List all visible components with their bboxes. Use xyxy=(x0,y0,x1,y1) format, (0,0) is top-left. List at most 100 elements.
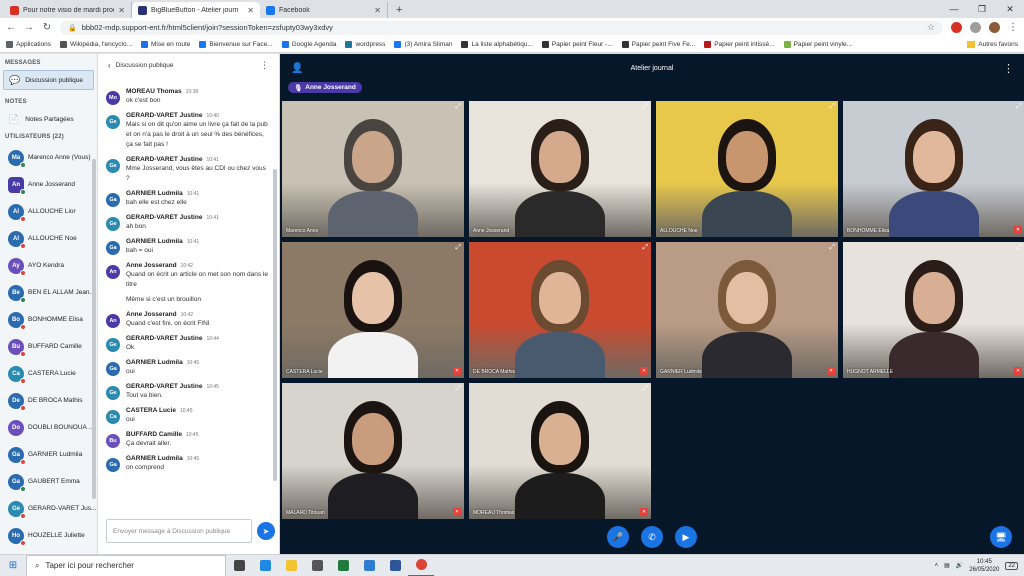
fullscreen-icon[interactable]: ⤢ xyxy=(642,385,648,393)
fullscreen-icon[interactable]: ⤢ xyxy=(1016,244,1022,252)
bookmark-item[interactable]: Papier peint intissé... xyxy=(704,41,775,48)
maximize-icon[interactable]: ❐ xyxy=(968,0,996,18)
reload-icon[interactable]: ↻ xyxy=(42,22,52,33)
word-taskbar-button[interactable] xyxy=(382,555,408,576)
bookmark-item[interactable]: (3) Amira Sliman xyxy=(394,41,452,48)
edge-taskbar-button[interactable] xyxy=(252,555,278,576)
user-list-item[interactable]: Al ALLOUCHE Lior xyxy=(0,198,97,225)
avatar: Ay xyxy=(8,257,26,276)
fullscreen-icon[interactable]: ⤢ xyxy=(642,103,648,111)
chevron-up-icon[interactable]: ˄ xyxy=(935,563,939,569)
store-taskbar-button[interactable] xyxy=(304,555,330,576)
user-list-item[interactable]: Do DOUBLI BOUNOUA ... xyxy=(0,414,97,441)
user-list-item[interactable]: Be BEN EL ALLAM Jean... xyxy=(0,279,97,306)
fullscreen-icon[interactable]: ⤢ xyxy=(455,244,461,252)
avatar: An xyxy=(106,314,120,328)
fullscreen-icon[interactable]: ⤢ xyxy=(829,244,835,252)
video-tile[interactable]: Anne Josserand ⤢ xyxy=(469,101,651,237)
options-menu-icon[interactable]: ⋮ xyxy=(1003,62,1014,75)
minimize-icon[interactable]: — xyxy=(940,0,968,18)
extension-icon[interactable] xyxy=(970,22,981,33)
profile-avatar[interactable] xyxy=(989,22,1000,33)
video-tile[interactable]: Marenco Anne ⤢ xyxy=(282,101,464,237)
browser-tab[interactable]: Facebook ✕ xyxy=(260,2,388,18)
explorer-taskbar-button[interactable] xyxy=(278,555,304,576)
chat-options-icon[interactable]: ⋮ xyxy=(260,60,269,71)
microphone-button[interactable]: 🎤 xyxy=(607,526,629,548)
browser-tab[interactable]: Pour notre visio de mardi procha ✕ xyxy=(4,2,132,18)
browser-menu-icon[interactable]: ⋮ xyxy=(1008,22,1018,33)
user-list-item[interactable]: Bo BONHOMME Elisa xyxy=(0,306,97,333)
user-list-item[interactable]: Ma Marenco Anne (Vous) xyxy=(0,144,97,171)
fullscreen-icon[interactable]: ⤢ xyxy=(455,385,461,393)
user-list-item[interactable]: Ga GAUBERT Emma xyxy=(0,468,97,495)
user-list-item[interactable]: Ho HOUZELLE Juliette xyxy=(0,522,97,549)
send-message-button[interactable]: ➤ xyxy=(257,522,275,540)
chrome-taskbar-button[interactable] xyxy=(408,555,434,576)
users-scrollbar[interactable] xyxy=(92,159,96,499)
bookmark-item[interactable]: Papier peint Fleur -... xyxy=(541,41,613,48)
tab-close-icon[interactable]: ✕ xyxy=(118,6,125,15)
new-tab-button[interactable]: + xyxy=(388,2,410,18)
user-list-item[interactable]: Ay AYO Kendra xyxy=(0,252,97,279)
camera-button[interactable]: ▶ xyxy=(675,526,697,548)
browser-tab[interactable]: BigBlueButton - Atelier journ ✕ xyxy=(132,2,260,18)
bookmark-item[interactable]: Applications xyxy=(6,41,51,48)
excel-taskbar-button[interactable] xyxy=(330,555,356,576)
fullscreen-icon[interactable]: ⤢ xyxy=(642,244,648,252)
video-tile[interactable]: HUGNOT ARMELLE ⤢ ✕ xyxy=(843,242,1024,378)
bookmark-item[interactable]: Wikipédia, l'encyclo... xyxy=(60,41,132,48)
video-tile[interactable]: MOREAU Thomas ⤢ ✕ xyxy=(469,383,651,519)
close-window-icon[interactable]: ✕ xyxy=(996,0,1024,18)
tab-close-icon[interactable]: ✕ xyxy=(247,6,254,15)
chevron-left-icon[interactable]: ‹ xyxy=(108,61,111,70)
bookmark-item[interactable]: Bienvenue sur Face... xyxy=(199,41,273,48)
user-list-item[interactable]: Bu BUFFARD Camille xyxy=(0,333,97,360)
bookmark-item[interactable]: Google Agenda xyxy=(281,41,336,48)
network-icon[interactable]: ▤ xyxy=(944,562,950,569)
video-tile[interactable]: GARNIER Ludmila ⤢ ✕ xyxy=(656,242,838,378)
bookmark-star-icon[interactable]: ☆ xyxy=(927,22,935,33)
video-tile[interactable]: ALLOUCHE Noe ⤢ xyxy=(656,101,838,237)
video-tile[interactable]: CASTERA Lucie ⤢ ✕ xyxy=(282,242,464,378)
bookmark-item[interactable]: wordpress xyxy=(345,41,385,48)
back-icon[interactable]: ← xyxy=(6,22,16,33)
forward-icon[interactable]: → xyxy=(24,22,34,33)
photos-taskbar-button[interactable] xyxy=(356,555,382,576)
bookmark-item[interactable]: Papier peint vinyle... xyxy=(783,41,852,48)
notification-badge[interactable]: 22 xyxy=(1005,561,1018,570)
start-button[interactable]: ⊞ xyxy=(0,560,26,571)
address-bar[interactable]: 🔒 bbb02-mdp.support-ent.fr/html5client/j… xyxy=(60,20,943,35)
taskbar-search[interactable]: ⌕ Taper ici pour rechercher xyxy=(26,554,226,576)
chat-message-input[interactable]: Envoyer message à Discussion publique xyxy=(106,519,252,543)
extension-icon[interactable] xyxy=(951,22,962,33)
mic-muted-icon: ✕ xyxy=(1014,226,1022,234)
video-tile[interactable]: BONHOMME Elisa ⤢ ✕ xyxy=(843,101,1024,237)
volume-icon[interactable]: 🔊 xyxy=(956,562,963,569)
bookmark-item[interactable]: Papier peint Five Fe... xyxy=(621,41,695,48)
user-list-item[interactable]: Ga GARNIER Ludmila xyxy=(0,441,97,468)
fullscreen-icon[interactable]: ⤢ xyxy=(455,103,461,111)
bookmark-item[interactable]: La liste alphabétiqu... xyxy=(461,41,533,48)
public-chat-item[interactable]: 💬 Discussion publique xyxy=(3,70,94,90)
video-tile[interactable]: DE BROCA Mathis ⤢ ✕ xyxy=(469,242,651,378)
user-list-item[interactable]: Al ALLOUCHE Noe xyxy=(0,225,97,252)
fullscreen-icon[interactable]: ⤢ xyxy=(829,103,835,111)
user-list-item[interactable]: Ca CASTERA Lucie xyxy=(0,360,97,387)
fullscreen-icon[interactable]: ⤢ xyxy=(1016,103,1022,111)
user-list-item[interactable]: De DE BROCA Mathis xyxy=(0,387,97,414)
task-view-taskbar-button[interactable] xyxy=(226,555,252,576)
screen-share-button[interactable]: 🖥 xyxy=(990,526,1012,548)
user-list-item[interactable]: An Anne Josserand xyxy=(0,171,97,198)
tab-label: Facebook xyxy=(279,6,310,14)
leave-audio-button[interactable]: ✆ xyxy=(641,526,663,548)
video-tile[interactable]: MALARD Titouan ⤢ ✕ xyxy=(282,383,464,519)
shared-notes-item[interactable]: 📄 Notes Partagées xyxy=(0,109,97,130)
bookmark-item[interactable]: Mise en route xyxy=(141,41,190,48)
chat-message: Bu BUFFARD Camille 10:45 Ça devrait aller. xyxy=(98,431,274,449)
chat-scrollbar[interactable] xyxy=(273,169,277,481)
user-list-item[interactable]: Ge GERARD-VARET Jus... xyxy=(0,495,97,522)
other-bookmarks[interactable]: Autres favoris xyxy=(967,41,1018,48)
clock[interactable]: 10:45 26/05/2020 xyxy=(969,558,999,574)
tab-close-icon[interactable]: ✕ xyxy=(374,6,381,15)
